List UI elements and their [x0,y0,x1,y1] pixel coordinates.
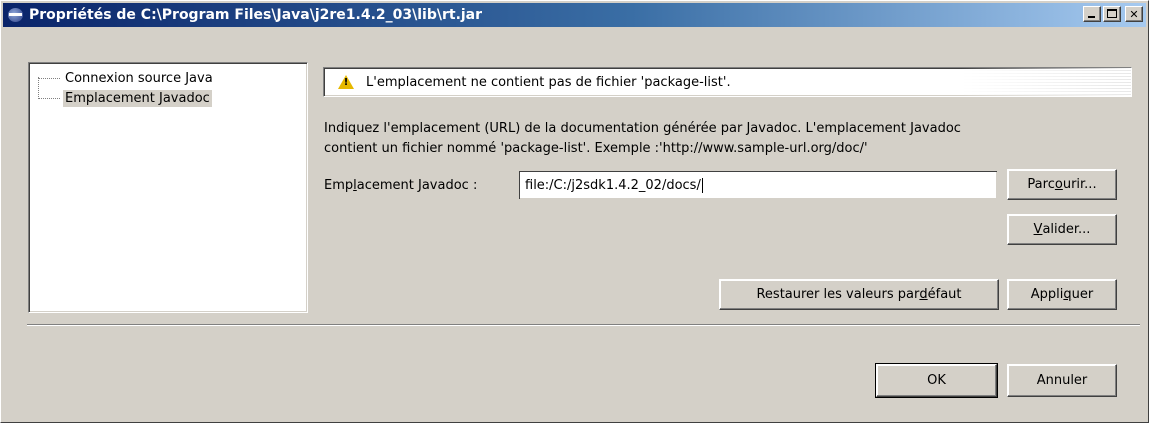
close-button[interactable]: ✕ [1125,6,1143,22]
window-title: Propriétés de C:\Program Files\Java\j2re… [29,7,483,23]
close-icon: ✕ [1129,7,1139,21]
minimize-button[interactable] [1083,6,1101,22]
text-caret [701,177,703,193]
message-bar: ! L'emplacement ne contient pas de fichi… [323,67,1132,97]
description-line-2: contient un fichier nommé 'package-list'… [324,141,868,156]
javadoc-location-label: Emplacement Javadoc : [324,178,478,193]
properties-dialog: Propriétés de C:\Program Files\Java\j2re… [0,0,1149,423]
eclipse-icon [7,7,25,23]
validate-button[interactable]: Valider... [1007,214,1117,245]
ok-button[interactable]: OK [875,363,998,398]
restore-defaults-button[interactable]: Restaurer les valeurs par d éfaut [719,279,999,310]
maximize-button[interactable] [1103,6,1121,22]
description-line-1: Indiquez l'emplacement (URL) de la docum… [324,121,961,136]
message-text: L'emplacement ne contient pas de fichier… [366,74,731,90]
banner-shading [961,68,1131,96]
javadoc-location-input[interactable]: file:/C:/j2sdk1.4.2_02/docs/ [519,171,997,199]
property-tree[interactable]: Connexion source Java Emplacement Javado… [28,62,308,313]
warning-icon: ! [338,75,354,89]
apply-button[interactable]: Appli q uer [1007,279,1117,310]
maximize-icon [1107,9,1117,18]
minimize-icon [1088,16,1095,18]
tree-item-label: Emplacement Javadoc [63,90,212,107]
tree-item-connexion-source[interactable]: Connexion source Java [29,69,307,89]
tree-item-label: Connexion source Java [65,71,213,86]
description: Indiquez l'emplacement (URL) de la docum… [324,119,1134,159]
javadoc-location-value: file:/C:/j2sdk1.4.2_02/docs/ [525,177,701,193]
title-bar[interactable]: Propriétés de C:\Program Files\Java\j2re… [3,3,1146,27]
cancel-button[interactable]: Annuler [1007,364,1117,397]
separator [27,324,1140,326]
tree-item-emplacement-javadoc[interactable]: Emplacement Javadoc [29,89,307,109]
browse-button[interactable]: Parc o urir... [1007,169,1117,200]
